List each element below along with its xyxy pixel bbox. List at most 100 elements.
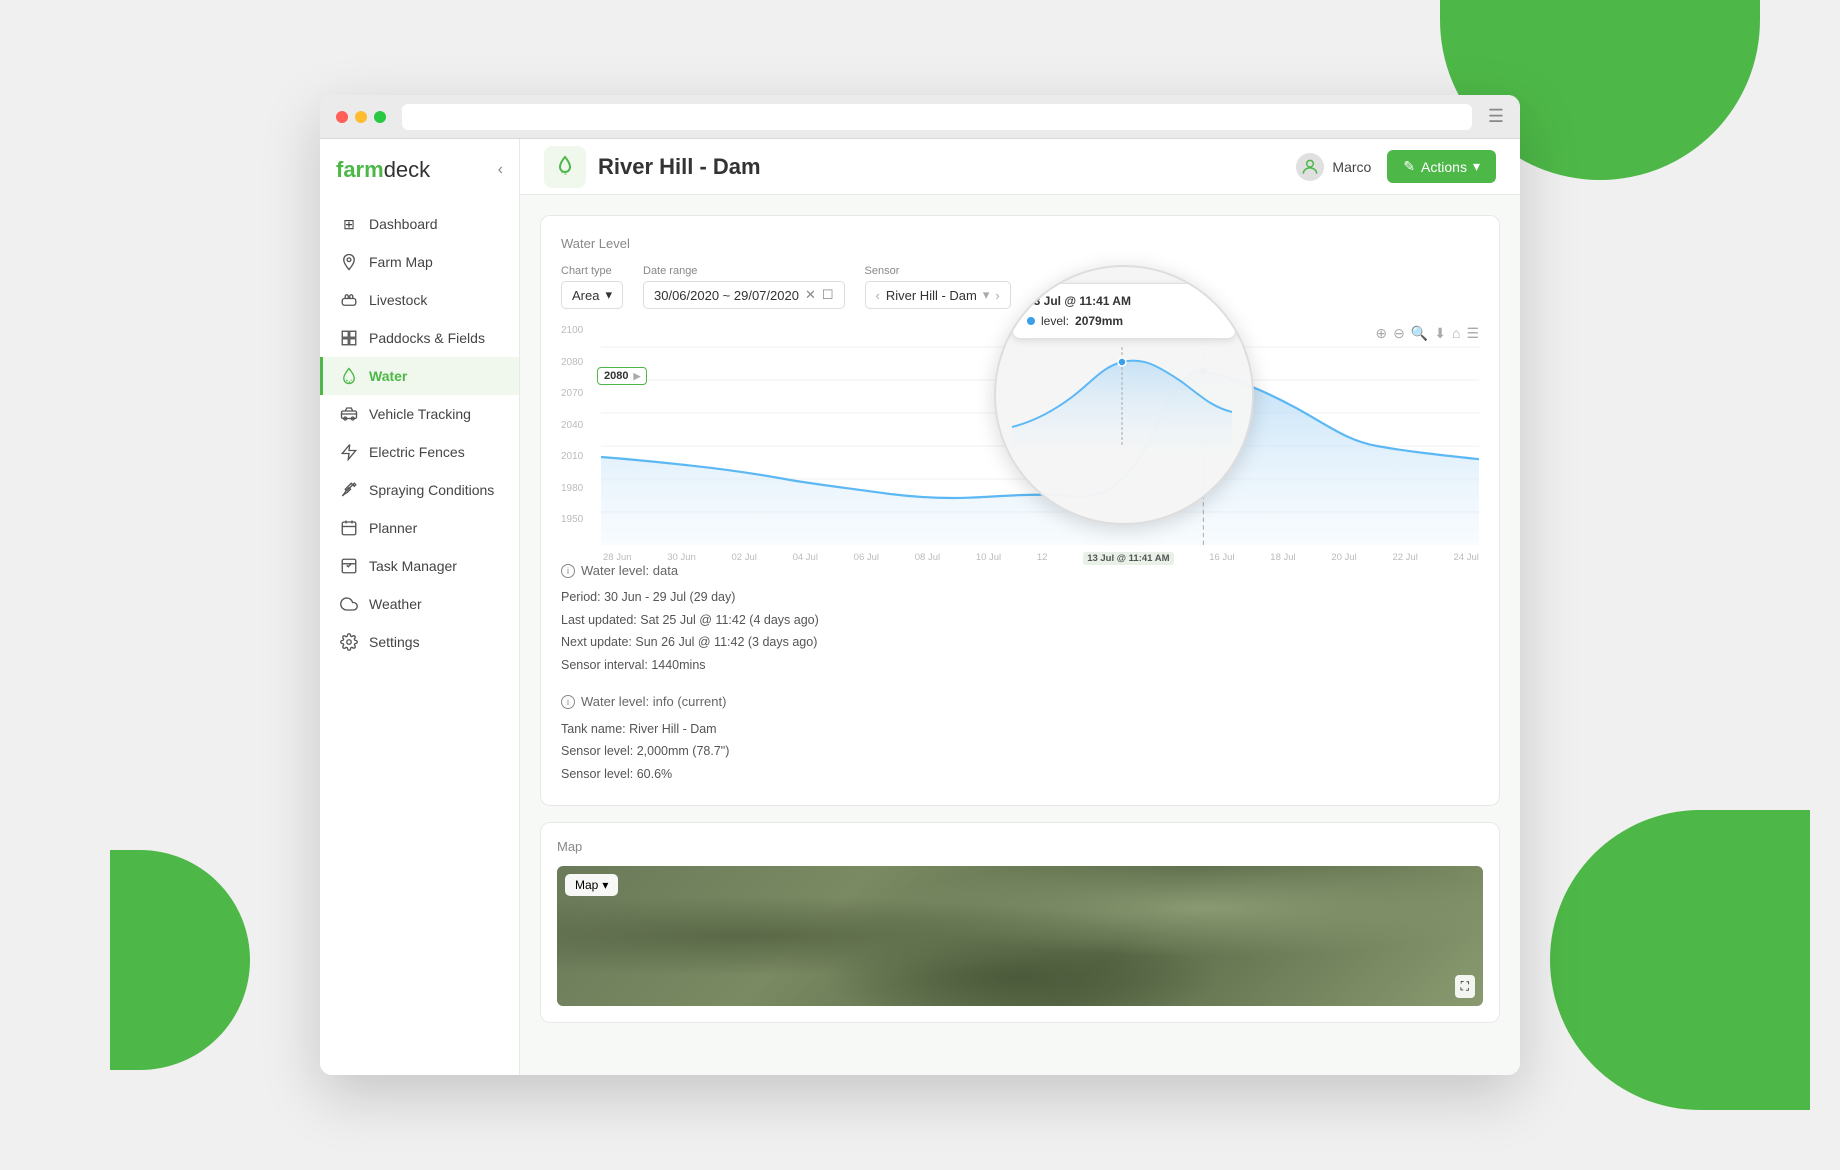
water-level-card: Water level Chart type Area ▾ Date range [540,215,1500,806]
zoom-in-icon[interactable]: ⊕ [1375,325,1387,342]
sidebar-item-paddocks[interactable]: Paddocks & Fields [320,319,519,357]
sensor-field[interactable]: ‹ River Hill - Dam ▾ › [865,281,1011,309]
dashboard-icon: ⊞ [339,214,359,234]
sensor-group: Sensor ‹ River Hill - Dam ▾ › [865,265,1011,309]
zoom-out-icon[interactable]: ⊖ [1393,325,1405,342]
topbar-right: Marco ✎ Actions ▾ [1296,150,1496,183]
chart-y-labels: 2100 2080 2070 2040 2010 1980 1950 [561,325,597,525]
date-range-value: 30/06/2020 ~ 29/07/2020 [654,288,799,303]
map-overlay-button[interactable]: Map ▾ [565,874,618,896]
sidebar-item-electricfences[interactable]: Electric Fences [320,433,519,471]
tooltip-time: 13 Jul @ 11:41 AM [1027,294,1221,308]
farmmap-icon [339,252,359,272]
map-satellite [557,866,1483,1006]
browser-dots [336,111,386,123]
info-sensor-level-pct: Sensor level: 60.6% [561,763,1479,786]
chart-container: 2100 2080 2070 2040 2010 1980 1950 2080 … [561,325,1479,545]
sensor-label: Sensor [865,265,1011,277]
x-axis-labels: 28 Jun 30 Jun 02 Jul 04 Jul 06 Jul 08 Ju… [561,552,1479,565]
map-expand-icon: ⛶ [1461,979,1469,993]
home-icon[interactable]: ⌂ [1452,325,1460,342]
info-last-updated: Last updated: Sat 25 Jul @ 11:42 (4 days… [561,609,1479,632]
sidebar-item-label: Weather [369,596,422,612]
app-layout: farmdeck ‹ ⊞ Dashboard Farm Map [320,139,1520,1075]
sidebar-logo-area: farmdeck ‹ [320,139,519,197]
tooltip-box: 13 Jul @ 11:41 AM level: 2079mm [1012,283,1236,339]
map-expand-button[interactable]: ⛶ [1455,975,1475,998]
map-card-title: Map [557,839,1483,854]
sidebar-item-taskmanager[interactable]: Task Manager [320,547,519,585]
date-range-label: Date range [643,265,845,277]
chart-type-label: Chart type [561,265,623,277]
info-current-icon: i [561,695,575,709]
date-range-field[interactable]: 30/06/2020 ~ 29/07/2020 ✕ ☐ [643,281,845,309]
info-icon: i [561,564,575,578]
sidebar-item-weather[interactable]: Weather [320,585,519,623]
sidebar-item-vehicletracking[interactable]: Vehicle Tracking [320,395,519,433]
browser-window: ☰ farmdeck ‹ ⊞ Dashboard Farm [320,95,1520,1075]
sidebar-nav: ⊞ Dashboard Farm Map Livestock [320,197,519,1075]
sidebar-item-farmmap[interactable]: Farm Map [320,243,519,281]
actions-edit-icon: ✎ [1403,158,1415,175]
sidebar-item-label: Electric Fences [369,444,465,460]
zoomed-chart-svg [1012,347,1232,447]
download-icon[interactable]: ⬇ [1434,325,1446,342]
sidebar-item-spraying[interactable]: Spraying Conditions [320,471,519,509]
paddocks-icon [339,328,359,348]
actions-label: Actions [1421,159,1467,175]
sidebar-item-label: Livestock [369,292,427,308]
sensor-next-icon[interactable]: › [995,288,999,303]
bg-blob-left [110,850,250,1070]
map-overlay-chevron-icon: ▾ [602,878,608,892]
chart-type-select[interactable]: Area ▾ [561,281,623,309]
map-container: Map ▾ ⛶ [557,866,1483,1006]
page-title: River Hill - Dam [598,154,761,180]
tooltip-row: level: 2079mm [1027,314,1221,328]
browser-dot-minimize[interactable] [355,111,367,123]
sidebar-collapse-button[interactable]: ‹ [498,161,503,179]
sidebar-item-label: Settings [369,634,420,650]
search-icon[interactable]: 🔍 [1411,325,1428,342]
sensor-dropdown-icon[interactable]: ▾ [983,287,990,303]
browser-dot-close[interactable] [336,111,348,123]
sidebar-item-water[interactable]: Water [320,357,519,395]
chart-controls: Chart type Area ▾ Date range 30/06/2020 … [561,265,1479,309]
zoom-circle: 13 Jul @ 11:41 AM level: 2079mm [994,265,1254,525]
sidebar-item-label: Dashboard [369,216,438,232]
browser-menu-icon: ☰ [1488,106,1504,127]
date-range-group: Date range 30/06/2020 ~ 29/07/2020 ✕ ☐ [643,265,845,309]
sidebar-item-settings[interactable]: Settings [320,623,519,661]
sidebar-item-planner[interactable]: Planner [320,509,519,547]
browser-urlbar [402,104,1472,130]
info-period: Period: 30 Jun - 29 Jul (29 day) [561,586,1479,609]
browser-dot-maximize[interactable] [374,111,386,123]
info-tank-name: Tank name: River Hill - Dam [561,718,1479,741]
sensor-prev-icon[interactable]: ‹ [876,288,880,303]
browser-titlebar: ☰ [320,95,1520,139]
settings-icon [339,632,359,652]
app-logo: farmdeck [336,157,430,183]
sidebar-item-label: Farm Map [369,254,433,270]
menu-icon[interactable]: ☰ [1466,325,1479,342]
chart-toolbar: ⊕ ⊖ 🔍 ⬇ ⌂ ☰ [1375,325,1479,342]
sidebar-item-label: Spraying Conditions [369,482,494,498]
sidebar: farmdeck ‹ ⊞ Dashboard Farm Map [320,139,520,1075]
sidebar-item-dashboard[interactable]: ⊞ Dashboard [320,205,519,243]
sidebar-item-label: Paddocks & Fields [369,330,485,346]
sidebar-item-label: Planner [369,520,417,536]
spraying-icon [339,480,359,500]
user-name: Marco [1332,159,1371,175]
info-sensor-interval: Sensor interval: 1440mins [561,654,1479,677]
actions-chevron-icon: ▾ [1473,158,1480,175]
map-overlay-label: Map [575,878,598,892]
actions-button[interactable]: ✎ Actions ▾ [1387,150,1496,183]
sidebar-item-label: Task Manager [369,558,457,574]
sidebar-item-livestock[interactable]: Livestock [320,281,519,319]
map-card: Map Map ▾ ⛶ [540,822,1500,1023]
date-clear-icon[interactable]: ✕ [805,287,816,303]
calendar-icon[interactable]: ☐ [822,287,834,303]
planner-icon [339,518,359,538]
tooltip-label: level: [1041,314,1069,328]
bg-blob-bottom-right [1550,810,1810,1110]
water-icon [339,366,359,386]
